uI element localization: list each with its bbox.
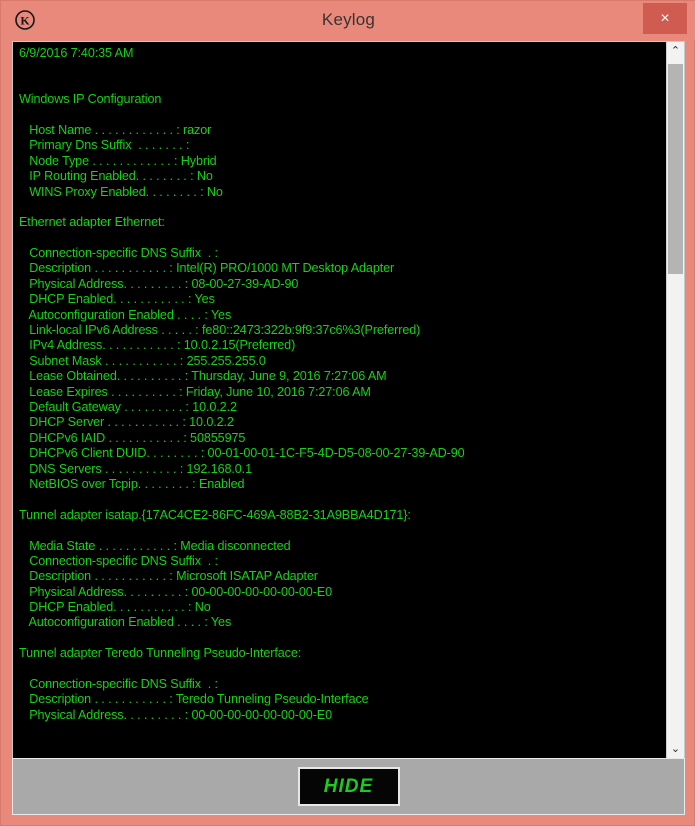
console-line: Default Gateway . . . . . . . . . : 10.0…: [19, 399, 237, 414]
console-line: Node Type . . . . . . . . . . . . : Hybr…: [19, 153, 217, 168]
console-line: Connection-specific DNS Suffix . :: [19, 246, 218, 261]
console-line: DHCP Enabled. . . . . . . . . . . : No: [19, 600, 211, 615]
titlebar: K Keylog ×: [1, 1, 695, 40]
console-line: NetBIOS over Tcpip. . . . . . . . : Enab…: [19, 476, 245, 491]
keylog-console[interactable]: 6/9/2016 7:40:35 AM Windows IP Configura…: [12, 41, 685, 759]
console-line: Media State . . . . . . . . . . . : Medi…: [19, 538, 291, 553]
console-line: Windows IP Configuration: [19, 92, 162, 107]
console-scrollbar[interactable]: ⌃ ⌄: [666, 42, 684, 758]
console-line: DNS Servers . . . . . . . . . . . : 192.…: [19, 461, 252, 476]
scrollbar-thumb[interactable]: [668, 64, 683, 274]
console-line: IP Routing Enabled. . . . . . . . : No: [19, 169, 213, 184]
console-line: Primary Dns Suffix . . . . . . . :: [19, 138, 190, 153]
console-line: Host Name . . . . . . . . . . . . : razo…: [19, 122, 212, 137]
console-line: Connection-specific DNS Suffix . :: [19, 553, 218, 568]
console-line: Physical Address. . . . . . . . . : 00-0…: [19, 584, 332, 599]
console-line: DHCP Server . . . . . . . . . . . : 10.0…: [19, 415, 234, 430]
console-line: 6/9/2016 7:40:35 AM: [19, 46, 134, 60]
console-line: Description . . . . . . . . . . . : Micr…: [19, 569, 318, 584]
console-line: Tunnel adapter isatap.{17AC4CE2-86FC-469…: [19, 507, 411, 522]
console-line: DHCPv6 IAID . . . . . . . . . . . : 5085…: [19, 430, 246, 445]
hide-button[interactable]: HIDE: [297, 767, 400, 806]
keylog-text: 6/9/2016 7:40:35 AM Windows IP Configura…: [19, 46, 664, 723]
console-line: Lease Obtained. . . . . . . . . . : Thur…: [19, 369, 387, 384]
scroll-up-icon[interactable]: ⌃: [667, 42, 684, 60]
console-line: Description . . . . . . . . . . . : Inte…: [19, 261, 395, 276]
console-line: Tunnel adapter Teredo Tunneling Pseudo-I…: [19, 646, 302, 661]
window-title: Keylog: [321, 10, 376, 29]
close-icon[interactable]: ×: [643, 3, 687, 34]
console-line: Connection-specific DNS Suffix . :: [19, 677, 218, 692]
console-line: Physical Address. . . . . . . . . : 08-0…: [19, 276, 299, 291]
console-line: Description . . . . . . . . . . . : Tere…: [19, 692, 369, 707]
console-line: DHCPv6 Client DUID. . . . . . . . : 00-0…: [19, 446, 465, 461]
scrollbar-track[interactable]: [667, 60, 684, 740]
console-line: Autoconfiguration Enabled . . . . : Yes: [19, 615, 232, 630]
console-line: Ethernet adapter Ethernet:: [19, 215, 165, 230]
console-line: Subnet Mask . . . . . . . . . . . : 255.…: [19, 353, 266, 368]
console-line: IPv4 Address. . . . . . . . . . . : 10.0…: [19, 338, 296, 353]
console-line: Lease Expires . . . . . . . . . . : Frid…: [19, 384, 371, 399]
console-line: Autoconfiguration Enabled . . . . : Yes: [19, 307, 232, 322]
keylog-window: K Keylog × 6/9/2016 7:40:35 AM Windows I…: [0, 0, 695, 826]
footer-panel: HIDE: [12, 758, 685, 815]
console-line: DHCP Enabled. . . . . . . . . . . : Yes: [19, 292, 215, 307]
scroll-down-icon[interactable]: ⌄: [667, 740, 684, 758]
console-line: Physical Address. . . . . . . . . : 00-0…: [19, 707, 332, 722]
console-line: Link-local IPv6 Address . . . . . : fe80…: [19, 323, 421, 338]
console-line: WINS Proxy Enabled. . . . . . . . : No: [19, 184, 223, 199]
